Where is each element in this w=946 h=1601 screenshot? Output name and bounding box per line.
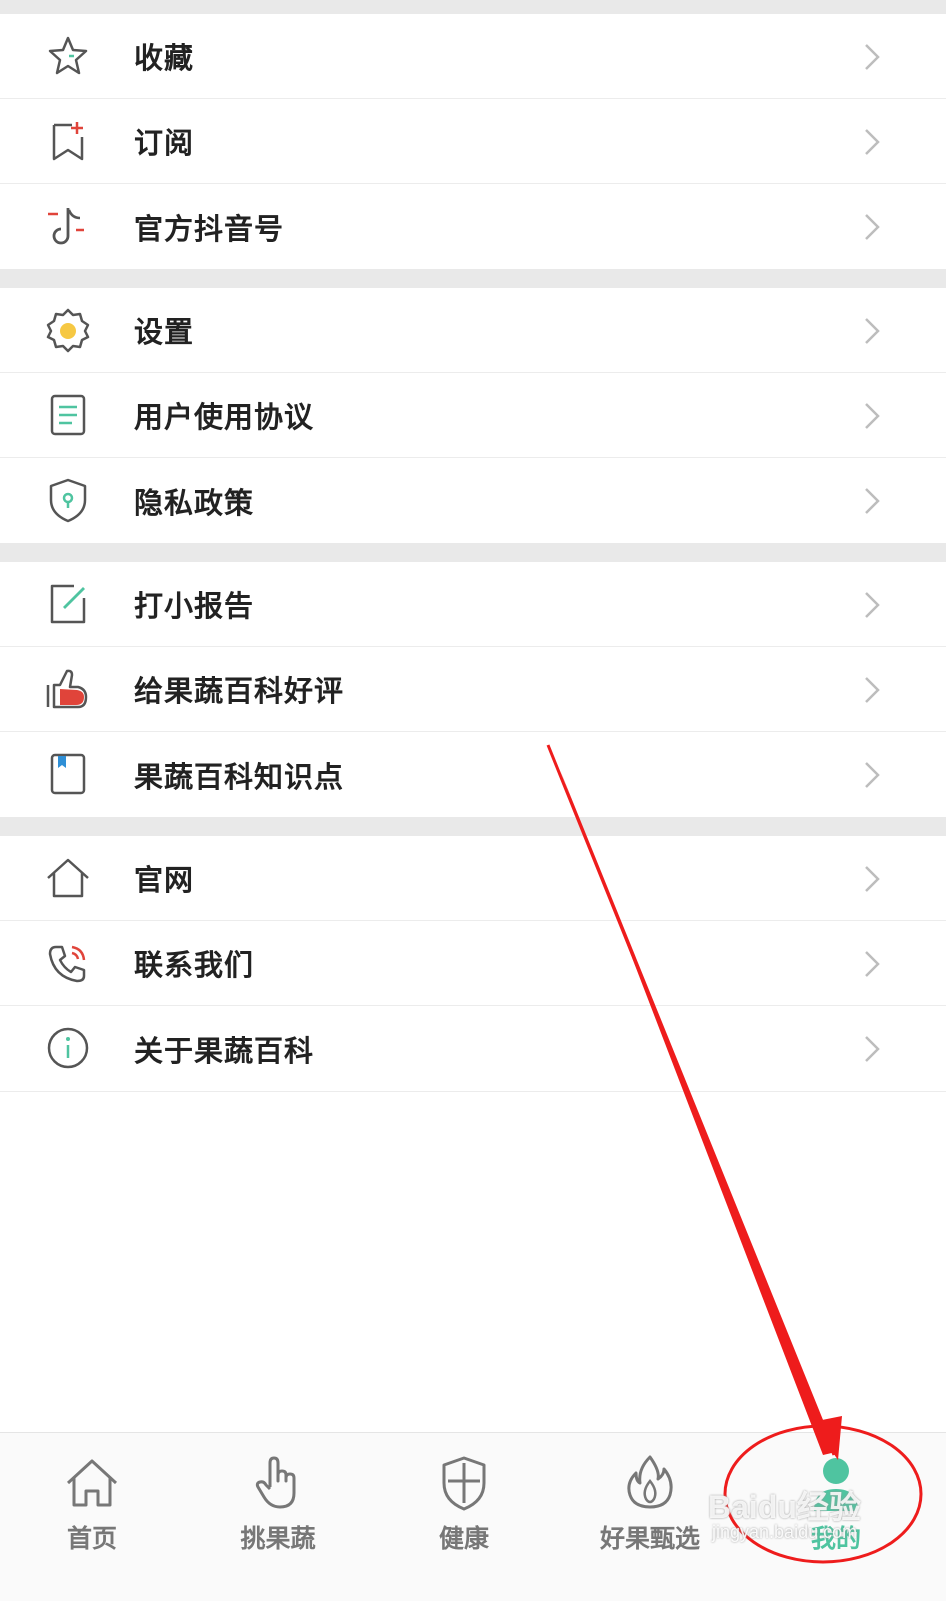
document-icon — [50, 394, 86, 436]
nav-item-pick[interactable]: 挑果蔬 — [198, 1433, 358, 1601]
menu-item-rate-app[interactable]: 给果蔬百科好评 — [0, 647, 946, 732]
menu-item-subscribe[interactable]: 订阅 — [0, 99, 946, 184]
chevron-right-icon — [865, 592, 880, 618]
section-gap — [0, 0, 946, 14]
chevron-right-icon — [865, 44, 880, 70]
notebook-icon — [50, 753, 86, 795]
shield-icon — [442, 1456, 486, 1511]
menu-item-report[interactable]: 打小报告 — [0, 562, 946, 647]
menu-item-label: 官方抖音号 — [134, 211, 285, 246]
section-gap — [0, 543, 946, 562]
menu-group-3: 打小报告 给果蔬百科好评 果蔬百科知识点 — [0, 562, 946, 817]
shield-icon — [49, 478, 87, 523]
menu-item-label: 隐私政策 — [134, 485, 255, 520]
menu-item-favorites[interactable]: 收藏 — [0, 14, 946, 99]
watermark-url: jingyan.baidu.com — [712, 1522, 858, 1542]
divider — [0, 1091, 946, 1092]
menu-item-label: 果蔬百科知识点 — [134, 759, 345, 794]
flame-icon — [627, 1455, 673, 1509]
menu-item-label: 官网 — [134, 863, 195, 897]
edit-icon — [50, 584, 86, 624]
thumbs-up-icon — [46, 669, 88, 709]
home-icon — [66, 1459, 118, 1507]
menu-item-label: 设置 — [134, 315, 195, 349]
info-icon — [47, 1027, 89, 1069]
nav-label: 挑果蔬 — [240, 1524, 316, 1553]
chevron-right-icon — [865, 951, 880, 977]
section-gap — [0, 269, 946, 288]
nav-item-home[interactable]: 首页 — [12, 1433, 172, 1601]
menu-item-label: 用户使用协议 — [134, 400, 315, 434]
menu-item-label: 打小报告 — [134, 589, 255, 623]
chevron-right-icon — [865, 129, 880, 155]
chevron-right-icon — [865, 677, 880, 703]
menu-item-douyin[interactable]: 官方抖音号 — [0, 184, 946, 269]
menu-group-1: 收藏 订阅 官方抖音号 — [0, 14, 946, 269]
gear-icon — [46, 308, 90, 353]
chevron-right-icon — [865, 866, 880, 892]
phone-icon — [48, 945, 86, 983]
menu-item-contact[interactable]: 联系我们 — [0, 921, 946, 1006]
nav-label: 健康 — [438, 1524, 489, 1553]
menu-item-knowledge[interactable]: 果蔬百科知识点 — [0, 732, 946, 817]
nav-label: 首页 — [66, 1524, 117, 1553]
chevron-right-icon — [865, 488, 880, 514]
hand-pointer-icon — [255, 1456, 296, 1509]
menu-item-user-agreement[interactable]: 用户使用协议 — [0, 373, 946, 458]
nav-item-health[interactable]: 健康 — [384, 1433, 544, 1601]
bookmark-add-icon — [52, 122, 84, 161]
chevron-right-icon — [865, 214, 880, 240]
chevron-right-icon — [865, 403, 880, 429]
nav-label: 好果甄选 — [599, 1524, 700, 1553]
menu-item-label: 联系我们 — [134, 948, 255, 982]
menu-item-about[interactable]: 关于果蔬百科 — [0, 1006, 946, 1091]
tiktok-icon — [48, 208, 84, 245]
star-icon — [48, 36, 88, 75]
chevron-right-icon — [865, 762, 880, 788]
menu-item-label: 关于果蔬百科 — [134, 1033, 315, 1068]
menu-item-website[interactable]: 官网 — [0, 836, 946, 921]
home-icon — [47, 858, 89, 898]
chevron-right-icon — [865, 318, 880, 344]
menu-group-2: 设置 用户使用协议 隐私政策 — [0, 288, 946, 543]
nav-item-selection[interactable]: 好果甄选 — [570, 1433, 730, 1601]
menu-item-settings[interactable]: 设置 — [0, 288, 946, 373]
menu-item-label: 收藏 — [134, 41, 195, 75]
chevron-right-icon — [865, 1036, 880, 1062]
menu-group-4: 官网 联系我们 关于果蔬百科 — [0, 836, 946, 1091]
menu-item-label: 订阅 — [134, 126, 195, 160]
menu-item-label: 给果蔬百科好评 — [134, 674, 345, 708]
menu-item-privacy-policy[interactable]: 隐私政策 — [0, 458, 946, 543]
section-gap — [0, 817, 946, 836]
